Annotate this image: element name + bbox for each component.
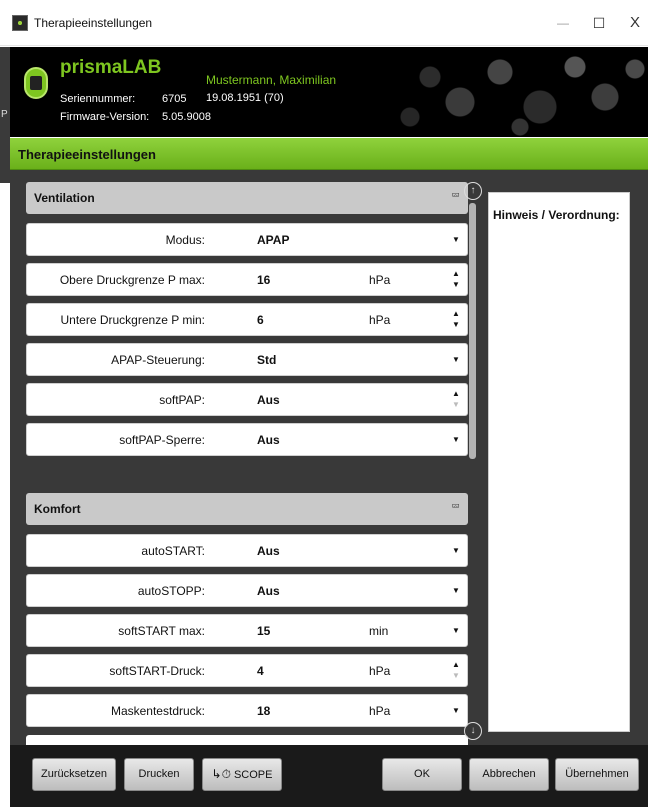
group-title: Ventilation (34, 191, 95, 205)
setting-row-softstart-max[interactable]: softSTART max: 15 min (26, 614, 468, 647)
setting-label: autoSTART: (141, 544, 205, 558)
firmware-value: 5.05.9008 (162, 111, 211, 123)
dropdown-arrow-icon[interactable] (449, 615, 465, 646)
patient-dob: 19.08.1951 (70) (206, 92, 284, 104)
setting-label: softSTART max: (118, 624, 205, 638)
setting-row-apap-steuerung[interactable]: APAP-Steuerung: Std (26, 343, 468, 376)
spinner[interactable]: ▲ ▼ (449, 304, 465, 335)
spin-up-icon[interactable]: ▲ (452, 309, 460, 318)
setting-row-autostopp[interactable]: autoSTOPP: Aus (26, 574, 468, 607)
group-header-ventilation[interactable]: Ventilation ⮹ (26, 182, 468, 214)
setting-label: APAP-Steuerung: (111, 353, 205, 367)
device-name: prismaLAB (60, 57, 162, 78)
setting-label: Modus: (165, 233, 205, 247)
notes-label: Hinweis / Verordnung: (493, 208, 620, 222)
dropdown-arrow-icon[interactable] (449, 224, 465, 255)
setting-label: softSTART-Druck: (109, 664, 205, 678)
collapse-icon[interactable]: ⮹ (451, 501, 460, 514)
setting-unit: hPa (369, 273, 391, 287)
spin-down-icon: ▼ (452, 671, 460, 680)
header-decoration (390, 47, 648, 137)
scope-button[interactable]: ↳⏱ SCOPE (202, 758, 282, 791)
settings-panel: Ventilation ⮹ Modus: APAP Obere Druckgre… (10, 170, 648, 745)
setting-row-pmin[interactable]: Untere Druckgrenze P min: 6 hPa ▲ ▼ (26, 303, 468, 336)
setting-label: softPAP-Sperre: (119, 433, 205, 447)
window-title: Therapieeinstellungen (34, 16, 153, 30)
serial-label: Seriennummer: (60, 93, 136, 105)
setting-row-autostart[interactable]: autoSTART: Aus (26, 534, 468, 567)
patient-name: Mustermann, Maximilian (206, 73, 337, 87)
dropdown-arrow-icon[interactable] (449, 535, 465, 566)
setting-value: 15 (257, 624, 271, 638)
setting-row-softstart-druck[interactable]: softSTART-Druck: 4 hPa ▲ ▼ (26, 654, 468, 687)
setting-value: Aus (257, 433, 280, 447)
reset-button[interactable]: Zurücksetzen (32, 758, 116, 791)
apply-button[interactable]: Übernehmen (555, 758, 639, 791)
print-button[interactable]: Drucken (124, 758, 194, 791)
setting-row-pmax[interactable]: Obere Druckgrenze P max: 16 hPa ▲ ▼ (26, 263, 468, 296)
setting-unit: min (369, 624, 389, 638)
setting-value: 6 (257, 313, 264, 327)
window-titlebar: Therapieeinstellungen — ☐ X (0, 0, 648, 46)
left-strip-letter: P (1, 109, 8, 120)
setting-value: 4 (257, 664, 264, 678)
setting-value: Std (257, 353, 277, 367)
setting-label: Maskentestdruck: (110, 704, 205, 718)
section-header: Therapieeinstellungen (10, 138, 648, 170)
setting-label: Untere Druckgrenze P min: (60, 313, 205, 327)
setting-value: 18 (257, 704, 271, 718)
footer-bar: Zurücksetzen Drucken ↳⏱ SCOPE OK Abbreche… (10, 745, 648, 807)
setting-row-maskentestdruck[interactable]: Maskentestdruck: 18 hPa (26, 694, 468, 727)
spin-up-icon[interactable]: ▲ (452, 269, 460, 278)
setting-label: Obere Druckgrenze P max: (59, 273, 205, 287)
serial-value: 6705 (162, 93, 187, 105)
setting-unit: hPa (369, 704, 391, 718)
spin-up-icon[interactable]: ▲ (452, 660, 460, 669)
group-title: Komfort (34, 502, 81, 516)
ok-button[interactable]: OK (382, 758, 462, 791)
scrollbar-thumb[interactable] (469, 203, 476, 459)
collapse-icon[interactable]: ⮹ (451, 190, 460, 203)
app-icon (12, 15, 28, 31)
spinner[interactable]: ▲ ▼ (449, 384, 465, 415)
spin-down-icon: ▼ (452, 400, 460, 409)
scope-icon: ↳⏱ (211, 767, 231, 781)
setting-row-softpap[interactable]: softPAP: Aus ▲ ▼ (26, 383, 468, 416)
dropdown-arrow-icon[interactable] (449, 695, 465, 726)
close-button[interactable]: X (620, 10, 648, 36)
scope-label: SCOPE (233, 769, 273, 781)
spin-down-icon[interactable]: ▼ (452, 320, 460, 329)
maximize-button[interactable]: ☐ (584, 10, 614, 36)
spinner[interactable]: ▲ ▼ (449, 655, 465, 686)
setting-row-softpap-sperre[interactable]: softPAP-Sperre: Aus (26, 423, 468, 456)
device-header: prismaLAB Seriennummer: 6705 Firmware-Ve… (10, 47, 648, 137)
setting-label: softPAP: (159, 393, 205, 407)
spinner[interactable]: ▲ ▼ (449, 264, 465, 295)
scroll-up-icon[interactable]: ↑ (464, 182, 482, 200)
scroll-down-icon[interactable]: ↓ (464, 722, 482, 740)
group-header-komfort[interactable]: Komfort ⮹ (26, 493, 468, 525)
setting-value: Aus (257, 393, 280, 407)
setting-row-modus[interactable]: Modus: APAP (26, 223, 468, 256)
firmware-label: Firmware-Version: (60, 111, 150, 123)
device-icon (24, 67, 48, 99)
dropdown-arrow-icon[interactable] (449, 575, 465, 606)
minimize-button[interactable]: — (548, 10, 578, 36)
setting-value: Aus (257, 584, 280, 598)
dropdown-arrow-icon[interactable] (449, 424, 465, 455)
setting-value: Aus (257, 544, 280, 558)
spin-up-icon[interactable]: ▲ (452, 389, 460, 398)
setting-row-partial (26, 735, 468, 745)
left-edge-strip: P (0, 47, 10, 183)
setting-unit: hPa (369, 664, 391, 678)
section-title: Therapieeinstellungen (18, 147, 156, 162)
setting-value: APAP (257, 233, 290, 247)
dropdown-arrow-icon[interactable] (449, 344, 465, 375)
setting-unit: hPa (369, 313, 391, 327)
setting-value: 16 (257, 273, 271, 287)
setting-label: autoSTOPP: (137, 584, 205, 598)
cancel-button[interactable]: Abbrechen (469, 758, 549, 791)
spin-down-icon[interactable]: ▼ (452, 280, 460, 289)
notes-panel[interactable]: Hinweis / Verordnung: (488, 192, 630, 732)
